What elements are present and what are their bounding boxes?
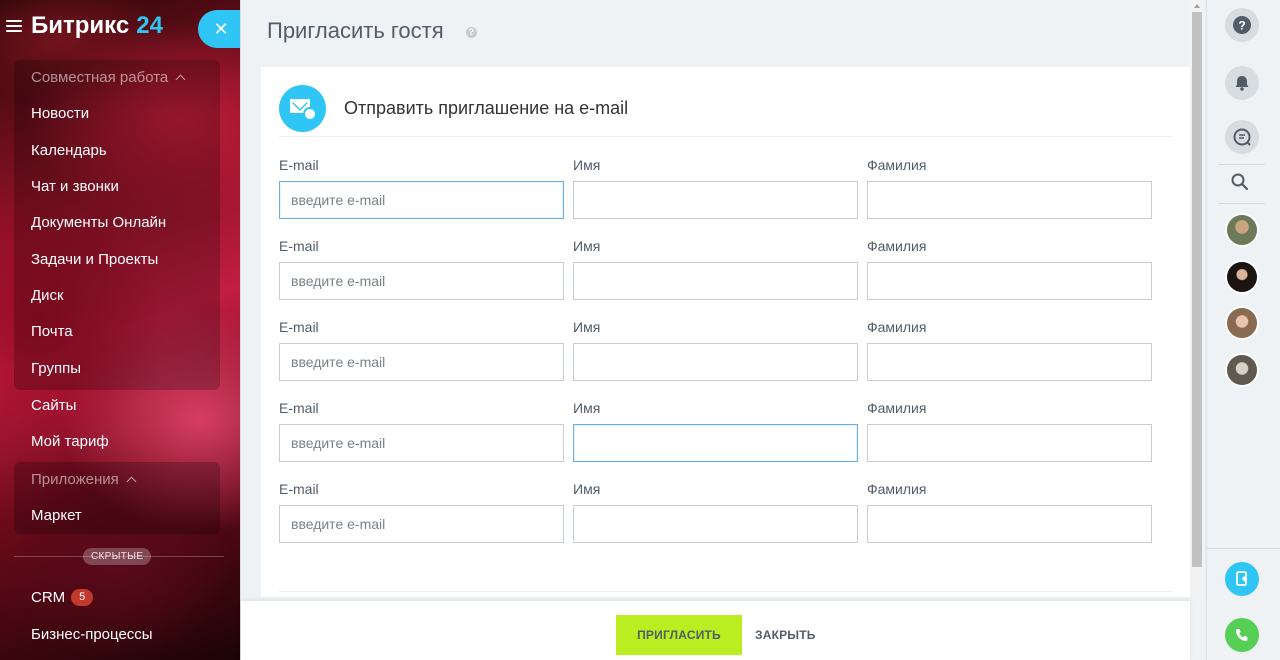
surname-label: Фамилия [867, 238, 927, 254]
nav-item-bizproc[interactable]: Бизнес-процессы [31, 626, 153, 643]
avatar-user-1[interactable] [1225, 213, 1259, 247]
email-label: E-mail [279, 157, 319, 173]
card-title: Отправить приглашение на e-mail [344, 98, 629, 118]
surname-field[interactable] [867, 343, 1152, 381]
close-icon: ✕ [213, 18, 229, 39]
menu-icon[interactable] [6, 20, 22, 32]
avatar-user-3[interactable] [1225, 306, 1259, 340]
email-label: E-mail [279, 400, 319, 416]
invite-button[interactable]: ПРИГЛАСИТЬ [616, 615, 742, 655]
surname-field[interactable] [867, 505, 1152, 543]
surname-field[interactable] [867, 424, 1152, 462]
brand-logo-number: 24 [136, 12, 163, 39]
nav-item-news[interactable]: Новости [31, 105, 89, 122]
hidden-items-toggle[interactable]: СКРЫТЫЕ [83, 548, 152, 565]
nav-item-disk[interactable]: Диск [31, 287, 64, 304]
nav-group-collab-label: Совместная работа [31, 69, 169, 86]
nav-group-apps[interactable]: Приложения [31, 471, 137, 488]
surname-label: Фамилия [867, 157, 927, 173]
nav-group-collab[interactable]: Совместная работа [31, 69, 186, 86]
avatar-user-4[interactable] [1225, 353, 1259, 387]
email-field[interactable] [279, 343, 564, 381]
nav-item-sites[interactable]: Сайты [31, 397, 76, 414]
email-field[interactable] [279, 424, 564, 462]
help-icon[interactable]: ? [465, 27, 477, 38]
crm-count-badge: 5 [71, 589, 94, 606]
scroll-up-arrow[interactable] [1194, 4, 1200, 8]
name-label: Имя [573, 481, 601, 497]
search-icon[interactable] [1230, 172, 1254, 194]
name-field[interactable] [573, 343, 858, 381]
invite-guest-panel: Пригласить гостя ? Отправить приглашение… [240, 0, 1205, 660]
name-field[interactable] [573, 262, 858, 300]
rail-divider [1219, 164, 1265, 165]
name-label: Имя [573, 400, 601, 416]
nav-item-mail[interactable]: Почта [31, 323, 73, 340]
surname-label: Фамилия [867, 481, 927, 497]
svg-text:?: ? [1238, 19, 1245, 33]
email-label: E-mail [279, 319, 319, 335]
bell-icon[interactable] [1225, 66, 1259, 100]
rail-divider [1207, 548, 1280, 549]
nav-item-tasks[interactable]: Задачи и Проекты [31, 251, 158, 268]
nav-item-tariff[interactable]: Мой тариф [31, 433, 109, 450]
panel-title-text: Пригласить гостя [267, 18, 444, 43]
help-icon[interactable]: ? [1225, 8, 1259, 42]
name-label: Имя [573, 157, 601, 173]
name-field[interactable] [573, 424, 858, 462]
email-label: E-mail [279, 481, 319, 497]
phone-icon[interactable] [1225, 618, 1259, 652]
left-sidebar: Битрикс 24 Совместная работа Новости Кал… [0, 0, 240, 660]
surname-label: Фамилия [867, 400, 927, 416]
close-button[interactable]: ЗАКРЫТЬ [755, 615, 816, 655]
chat-icon[interactable] [1225, 120, 1259, 154]
email-label: E-mail [279, 238, 319, 254]
name-field[interactable] [573, 505, 858, 543]
nav-item-crm[interactable]: CRM 5 [31, 589, 94, 606]
email-field[interactable] [279, 505, 564, 543]
nav-item-market[interactable]: Маркет [31, 507, 82, 524]
nav-item-groups[interactable]: Группы [31, 360, 81, 377]
surname-label: Фамилия [867, 319, 927, 335]
avatar-user-2[interactable] [1225, 260, 1259, 294]
surname-field[interactable] [867, 181, 1152, 219]
scrollbar-thumb[interactable] [1192, 12, 1202, 567]
email-field[interactable] [279, 262, 564, 300]
close-panel-button[interactable]: ✕ [198, 10, 242, 48]
email-field[interactable] [279, 181, 564, 219]
mail-globe-icon [279, 85, 326, 132]
name-field[interactable] [573, 181, 858, 219]
card-divider [279, 591, 1172, 592]
name-label: Имя [573, 319, 601, 335]
right-rail: ? [1206, 0, 1280, 660]
card-header: Отправить приглашение на e-mail [279, 81, 1172, 137]
nav-group-apps-label: Приложения [31, 471, 119, 488]
nav-item-docs[interactable]: Документы Онлайн [31, 214, 166, 231]
nav-item-crm-label: CRM [31, 589, 66, 606]
invite-card: Отправить приглашение на e-mail E-mail Им… [261, 67, 1190, 597]
nav-item-calendar[interactable]: Календарь [31, 142, 107, 159]
brand-logo-text: Битрикс [31, 12, 130, 39]
chevron-up-icon [126, 476, 137, 487]
surname-field[interactable] [867, 262, 1152, 300]
name-label: Имя [573, 238, 601, 254]
scrollbar[interactable] [1190, 0, 1204, 600]
panel-title: Пригласить гостя ? [267, 18, 477, 44]
chevron-up-icon [175, 74, 186, 85]
nav-item-chat[interactable]: Чат и звонки [31, 178, 119, 195]
rail-divider [1219, 203, 1265, 204]
phone-book-icon[interactable] [1225, 562, 1259, 596]
panel-footer: ПРИГЛАСИТЬ ЗАКРЫТЬ [241, 601, 1190, 660]
